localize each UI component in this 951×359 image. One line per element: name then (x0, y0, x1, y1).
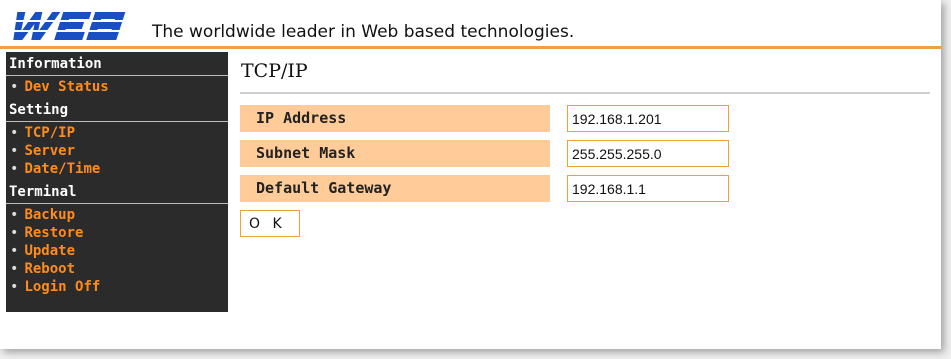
title-divider (240, 92, 930, 94)
bullet-icon: • (10, 243, 19, 259)
sidebar-item-label: Update (24, 243, 76, 259)
form-row-default-gateway: Default Gateway (240, 175, 932, 210)
sidebar-section-information: Information • Dev Status (6, 52, 228, 98)
tagline: The worldwide leader in Web based techno… (152, 22, 575, 42)
bullet-icon: • (10, 279, 19, 295)
sidebar-item-date-time[interactable]: • Date/Time (6, 160, 228, 178)
bullet-icon: • (10, 225, 19, 241)
web-logo (8, 12, 133, 40)
sidebar-item-label: Dev Status (24, 79, 109, 95)
sidebar-item-login-off[interactable]: • Login Off (6, 278, 228, 296)
default-gateway-label: Default Gateway (240, 175, 550, 202)
main-content: TCP/IP IP Address Subnet Mask Default Ga… (240, 60, 932, 210)
bullet-icon: • (10, 125, 19, 141)
subnet-mask-field[interactable] (567, 140, 729, 167)
sidebar-section-title: Information (6, 52, 228, 76)
bullet-icon: • (10, 261, 19, 277)
page-title: TCP/IP (241, 60, 308, 82)
ip-address-field[interactable] (567, 105, 729, 132)
sidebar-item-restore[interactable]: • Restore (6, 224, 228, 242)
browser-page: The worldwide leader in Web based techno… (0, 0, 941, 349)
sidebar-section-terminal: Terminal • Backup • Restore • Update • Reboo… (6, 180, 228, 298)
form-row-subnet-mask: Subnet Mask (240, 140, 932, 175)
sidebar-item-label: Date/Time (24, 161, 101, 177)
sidebar-item-update[interactable]: • Update (6, 242, 228, 260)
sidebar-section-setting: Setting • TCP/IP • Server • Date/Time (6, 98, 228, 180)
sidebar-item-backup[interactable]: • Backup (6, 206, 228, 224)
sidebar-item-label: Reboot (24, 261, 76, 277)
sidebar-item-label: TCP/IP (24, 125, 76, 141)
sidebar-item-tcp-ip[interactable]: • TCP/IP (6, 124, 228, 142)
sidebar-item-label: Server (24, 143, 76, 159)
sidebar-item-reboot[interactable]: • Reboot (6, 260, 228, 278)
ip-address-label: IP Address (240, 105, 550, 132)
ok-button[interactable]: O K (240, 210, 300, 237)
sidebar-item-server[interactable]: • Server (6, 142, 228, 160)
bullet-icon: • (10, 79, 19, 95)
sidebar-item-label: Backup (24, 207, 76, 223)
header-divider (0, 46, 941, 49)
sidebar-item-dev-status[interactable]: • Dev Status (6, 78, 228, 96)
sidebar-item-label: Restore (24, 225, 84, 241)
bullet-icon: • (10, 207, 19, 223)
bullet-icon: • (10, 143, 19, 159)
sidebar: Information • Dev Status Setting • TCP/IP … (6, 52, 228, 312)
sidebar-section-title: Setting (6, 98, 228, 122)
default-gateway-field[interactable] (567, 175, 729, 202)
tcpip-form: IP Address Subnet Mask Default Gateway (240, 105, 932, 210)
sidebar-section-title: Terminal (6, 180, 228, 204)
page-header: The worldwide leader in Web based techno… (0, 0, 941, 46)
bullet-icon: • (10, 161, 19, 177)
form-row-ip-address: IP Address (240, 105, 932, 140)
sidebar-item-label: Login Off (24, 279, 101, 295)
subnet-mask-label: Subnet Mask (240, 140, 550, 167)
